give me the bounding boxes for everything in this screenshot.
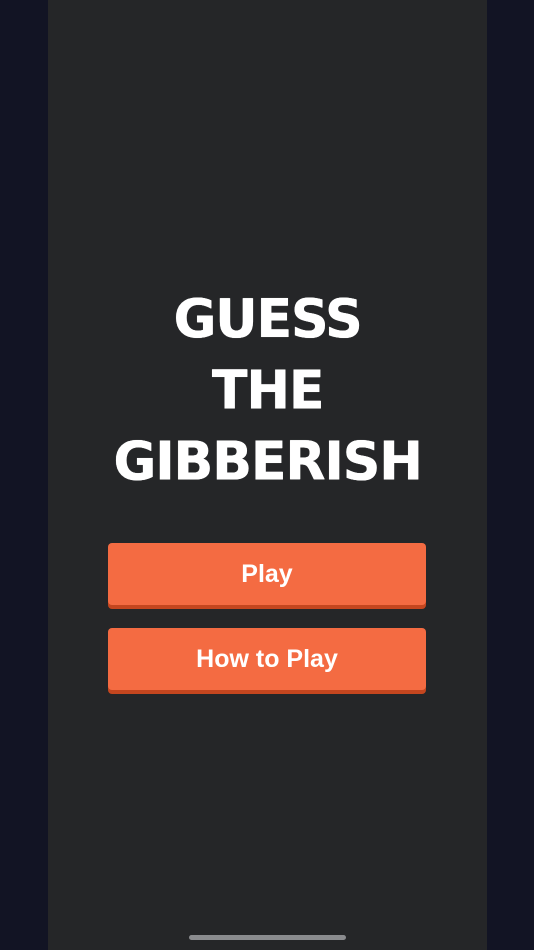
home-indicator[interactable] [189, 935, 346, 940]
title-line-1: GUESS [173, 289, 363, 351]
play-button[interactable]: Play [108, 543, 426, 605]
title-line-2: THE [211, 360, 325, 422]
app-screen: GUESS THE GIBBERISH Play How to Play [0, 0, 534, 950]
game-panel: GUESS THE GIBBERISH Play How to Play [48, 0, 487, 950]
title-line-3: GIBBERISH [113, 431, 422, 493]
how-to-play-button[interactable]: How to Play [108, 628, 426, 690]
game-title: GUESS THE GIBBERISH [48, 284, 487, 498]
